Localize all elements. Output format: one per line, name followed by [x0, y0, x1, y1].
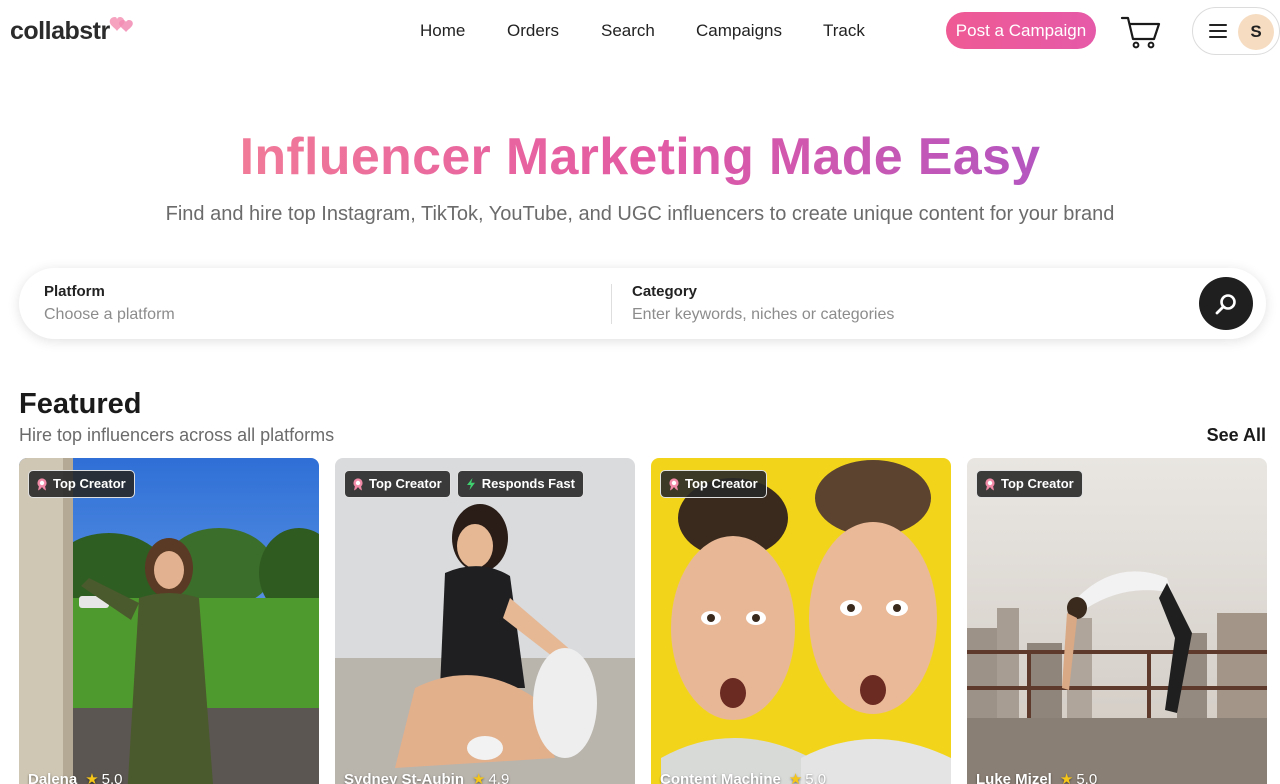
account-menu-button[interactable]: S	[1192, 7, 1280, 55]
creator-card[interactable]: Top Creator Dalena ★ 5.0	[19, 458, 319, 784]
rosette-icon	[985, 478, 995, 491]
category-label: Category	[632, 283, 698, 300]
creator-name: Dalena	[28, 771, 78, 784]
featured-title: Featured	[19, 388, 142, 420]
star-icon: ★	[788, 771, 803, 784]
creator-rating: 5.0	[101, 771, 123, 784]
search-bar: Platform Choose a platform Category Ente…	[19, 268, 1266, 339]
creator-meta: Luke Mizel ★ 5.0	[976, 770, 1097, 784]
post-campaign-button[interactable]: Post a Campaign	[946, 12, 1096, 49]
creator-rating: 5.0	[805, 771, 827, 784]
hero-title: Influencer Marketing Made Easy	[239, 128, 1041, 186]
creator-card[interactable]: Top Creator Responds Fast Sydney St-Aubi…	[335, 458, 635, 784]
creator-name: Luke Mizel	[976, 771, 1052, 784]
hero-subtitle: Find and hire top Instagram, TikTok, You…	[165, 203, 1115, 225]
nav-search[interactable]: Search	[601, 20, 655, 42]
creator-meta: Sydney St-Aubin ★ 4.9	[344, 770, 509, 784]
creator-rating: 5.0	[1076, 771, 1098, 784]
badge-group: Top Creator Responds Fast	[344, 470, 584, 498]
platform-placeholder: Choose a platform	[44, 306, 175, 323]
featured-subtitle: Hire top influencers across all platform…	[19, 425, 335, 445]
creator-photo	[651, 458, 951, 784]
creator-name: Content Machine	[660, 771, 781, 784]
badge-group: Top Creator	[28, 470, 135, 498]
creator-meta: Dalena ★ 5.0	[28, 770, 123, 784]
nav-orders[interactable]: Orders	[507, 20, 559, 42]
creator-photo	[967, 458, 1267, 784]
nav-home[interactable]: Home	[420, 20, 465, 42]
category-field[interactable]: Category Enter keywords, niches or categ…	[632, 282, 1172, 327]
lightning-icon	[466, 478, 475, 490]
star-icon: ★	[85, 771, 99, 784]
top-creator-badge: Top Creator	[344, 470, 451, 498]
badge-group: Top Creator	[660, 470, 767, 498]
nav-track[interactable]: Track	[823, 20, 865, 42]
creator-card[interactable]: Top Creator Luke Mizel ★ 5.0	[967, 458, 1267, 784]
platform-field[interactable]: Platform Choose a platform	[44, 282, 604, 327]
star-icon: ★	[472, 771, 486, 784]
nav-campaigns[interactable]: Campaigns	[696, 20, 782, 42]
creator-photo	[335, 458, 635, 784]
search-icon	[1215, 294, 1236, 315]
search-button[interactable]	[1199, 277, 1253, 330]
creator-photo	[19, 458, 319, 784]
top-navbar: collabstr Home Orders Search Campaigns T…	[0, 0, 1280, 62]
top-creator-badge: Top Creator	[660, 470, 767, 498]
menu-icon	[1209, 24, 1227, 38]
avatar: S	[1238, 14, 1274, 50]
top-creator-badge: Top Creator	[28, 470, 135, 498]
cart-icon[interactable]	[1120, 14, 1162, 50]
creator-rating: 4.9	[488, 771, 510, 784]
rosette-icon	[37, 478, 47, 491]
top-creator-badge: Top Creator	[976, 470, 1083, 498]
rosette-icon	[353, 478, 363, 491]
platform-label: Platform	[44, 283, 105, 300]
star-icon: ★	[1059, 771, 1074, 784]
creator-meta: Content Machine ★ 5.0	[660, 770, 826, 784]
see-all-link[interactable]: See All	[1190, 424, 1266, 446]
responds-fast-badge: Responds Fast	[456, 470, 584, 498]
creator-name: Sydney St-Aubin	[344, 771, 465, 784]
search-divider	[611, 284, 612, 324]
rosette-icon	[669, 478, 679, 491]
category-placeholder: Enter keywords, niches or categories	[632, 306, 895, 323]
creator-card[interactable]: Top Creator Content Machine ★ 5.0	[651, 458, 951, 784]
badge-group: Top Creator	[976, 470, 1083, 498]
